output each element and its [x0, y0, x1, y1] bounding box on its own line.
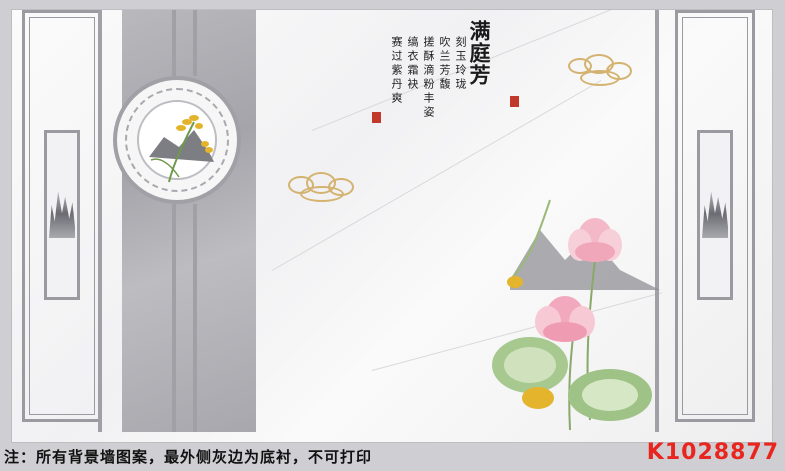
mountain-icon [49, 191, 75, 238]
printing-notice: 注：所有背景墙图案，最外侧灰边为底衬，不可打印 [4, 448, 373, 466]
lotus-leaf-icon [492, 337, 568, 393]
artwork-title: 满庭芳 [467, 20, 492, 86]
lotus-flower-icon [535, 296, 595, 342]
poem-column: 搓酥滴粉丰姿 [422, 36, 435, 120]
medallion-disc [137, 100, 217, 183]
poem-column: 吹兰芳馥 [438, 36, 451, 92]
poem-column: 缟衣霜袂 [406, 36, 419, 92]
rice-plant-icon [149, 115, 214, 183]
left-rail [98, 10, 102, 432]
poem-column: 刻玉玲珑 [454, 36, 467, 92]
right-side-panel [675, 10, 755, 422]
right-landscape-inset [697, 130, 733, 300]
wall-art-canvas: 满庭芳 刻玉玲珑 吹兰芳馥 搓酥滴粉丰姿 缟衣霜袂 赛过紫丹爽 注：所有背景墙图… [0, 0, 785, 471]
lotus-scene [492, 199, 660, 431]
circular-medallion [113, 76, 241, 204]
product-code: K1028877 [646, 440, 779, 465]
poem-seal [372, 112, 381, 123]
left-side-panel [22, 10, 102, 422]
lotus-flower-icon [568, 218, 622, 262]
poem-column: 赛过紫丹爽 [390, 36, 403, 106]
medallion-upper-bar [172, 10, 176, 76]
mountain-icon [702, 191, 728, 238]
marble-vein [311, 10, 702, 131]
medallion-upper-bar [193, 10, 197, 76]
title-seal [510, 96, 519, 107]
medallion-lower-bar [193, 204, 197, 432]
gray-marble-column [122, 10, 256, 432]
left-landscape-inset [44, 130, 80, 300]
lotus-leaf-icon [568, 369, 652, 421]
medallion-lower-bar [172, 204, 176, 432]
